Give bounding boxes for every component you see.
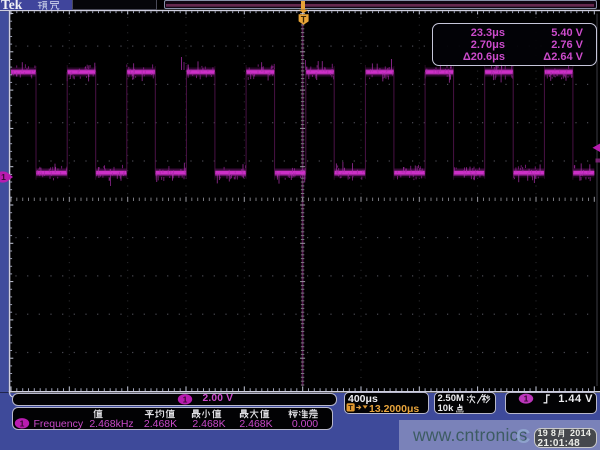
svg-text:1: 1 bbox=[1, 172, 6, 182]
svg-text:1: 1 bbox=[20, 418, 25, 428]
svg-text:T: T bbox=[348, 403, 353, 412]
svg-text:T: T bbox=[301, 15, 307, 25]
svg-text:1: 1 bbox=[524, 394, 529, 404]
